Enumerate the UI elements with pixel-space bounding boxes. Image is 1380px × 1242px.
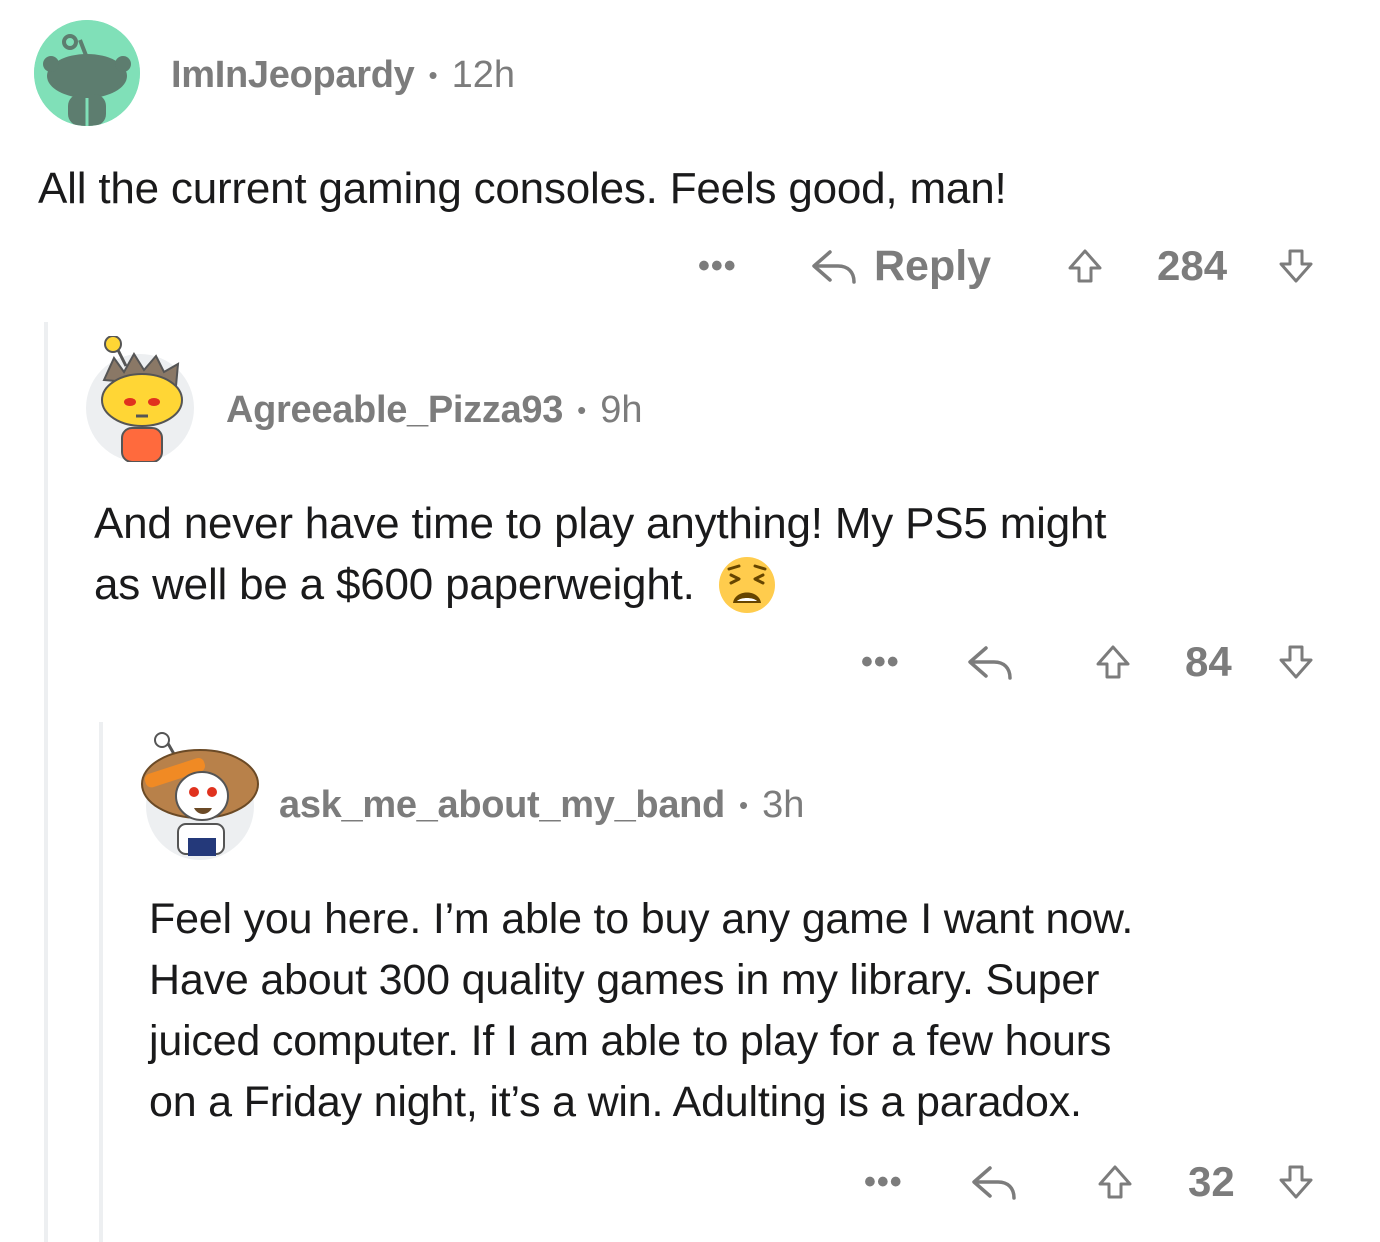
comment-body: All the current gaming consoles. Feels g… bbox=[38, 158, 1007, 219]
thread-line-level-1[interactable] bbox=[44, 322, 48, 1242]
more-options-button[interactable]: ••• bbox=[698, 236, 737, 296]
avatar[interactable] bbox=[138, 730, 260, 860]
upvote-arrow-icon bbox=[1068, 249, 1102, 283]
downvote-button[interactable] bbox=[1278, 632, 1314, 692]
comment-text: All the current gaming consoles. Feels g… bbox=[38, 164, 1007, 213]
comment-thread: ImInJeopardy • 12h All the current gamin… bbox=[0, 0, 1380, 1242]
username[interactable]: ask_me_about_my_band bbox=[279, 784, 725, 827]
downvote-arrow-icon bbox=[1279, 645, 1313, 679]
weary-face-emoji bbox=[717, 555, 777, 615]
separator: • bbox=[738, 789, 749, 820]
more-options-button[interactable]: ••• bbox=[864, 1152, 903, 1212]
reply-arrow-icon bbox=[972, 1166, 1016, 1200]
comment-header: ask_me_about_my_band • 3h bbox=[279, 780, 804, 830]
snoo-avatar-icon bbox=[141, 732, 259, 860]
more-options-button[interactable]: ••• bbox=[861, 632, 900, 692]
comment-text-line: juiced computer. If I am able to play fo… bbox=[149, 1017, 1112, 1065]
comment-header: ImInJeopardy • 12h bbox=[171, 50, 515, 100]
reply-button[interactable] bbox=[968, 1152, 1020, 1212]
reply-arrow-icon bbox=[968, 646, 1012, 680]
weary-face-icon bbox=[718, 556, 775, 613]
username[interactable]: ImInJeopardy bbox=[171, 54, 415, 97]
comment-actions: ••• 84 bbox=[0, 632, 1380, 692]
timestamp: 9h bbox=[600, 388, 643, 431]
comment-text-line: And never have time to play anything! My… bbox=[94, 499, 1107, 548]
avatar[interactable] bbox=[34, 20, 140, 126]
comment-text-line: Feel you here. I’m able to buy any game … bbox=[149, 895, 1134, 943]
separator: • bbox=[577, 394, 587, 425]
snoo-avatar-icon bbox=[86, 336, 194, 462]
upvote-button[interactable] bbox=[1095, 632, 1131, 692]
comment-text-line: on a Friday night, it’s a win. Adulting … bbox=[149, 1078, 1082, 1126]
upvote-button[interactable] bbox=[1097, 1152, 1133, 1212]
comment-body: And never have time to play anything! My… bbox=[94, 493, 1354, 615]
vote-score: 84 bbox=[1185, 638, 1232, 685]
upvote-arrow-icon bbox=[1096, 645, 1130, 679]
comment-body: Feel you here. I’m able to buy any game … bbox=[149, 889, 1369, 1133]
downvote-arrow-icon bbox=[1279, 1165, 1313, 1199]
comment-text-line: as well be a $600 paperweight. bbox=[94, 560, 695, 609]
vote-score: 284 bbox=[1157, 242, 1228, 289]
reply-arrow-icon bbox=[812, 250, 856, 284]
upvote-button[interactable] bbox=[1067, 236, 1103, 296]
timestamp: 12h bbox=[451, 53, 515, 96]
username[interactable]: Agreeable_Pizza93 bbox=[226, 389, 563, 432]
separator: • bbox=[428, 59, 438, 90]
comment-actions: ••• 32 bbox=[0, 1152, 1380, 1212]
downvote-arrow-icon bbox=[1279, 249, 1313, 283]
timestamp: 3h bbox=[762, 783, 805, 826]
downvote-button[interactable] bbox=[1278, 236, 1314, 296]
downvote-button[interactable] bbox=[1278, 1152, 1314, 1212]
comment-header: Agreeable_Pizza93 • 9h bbox=[226, 385, 642, 435]
snoo-avatar-icon bbox=[34, 20, 140, 126]
vote-score: 32 bbox=[1188, 1158, 1235, 1205]
reply-label: Reply bbox=[874, 241, 992, 290]
reply-button[interactable] bbox=[964, 632, 1016, 692]
reply-button[interactable]: Reply bbox=[808, 236, 991, 296]
upvote-arrow-icon bbox=[1098, 1165, 1132, 1199]
avatar[interactable] bbox=[86, 336, 194, 462]
comment-actions: ••• Reply 284 bbox=[0, 236, 1380, 296]
comment-text-line: Have about 300 quality games in my libra… bbox=[149, 956, 1100, 1004]
comment-text-line-with-emoji: as well be a $600 paperweight. bbox=[94, 554, 1354, 615]
